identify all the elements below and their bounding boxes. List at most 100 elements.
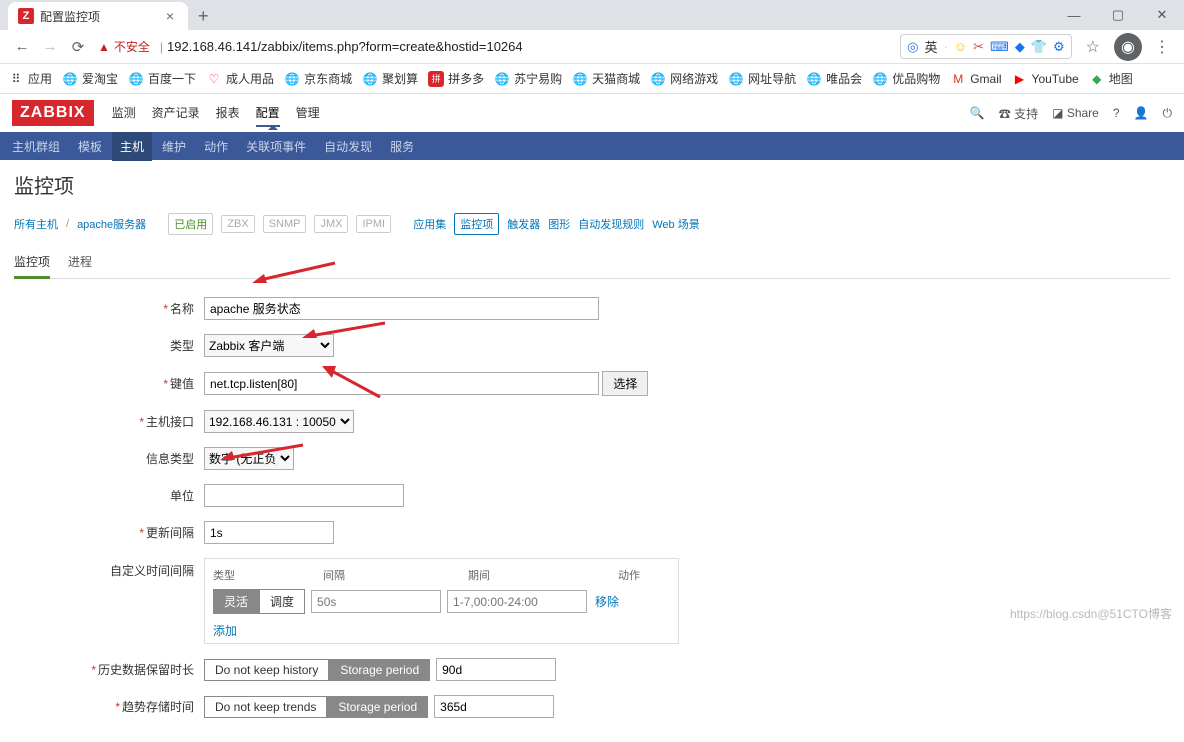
interval-type-toggle[interactable]: 灵活 调度: [213, 589, 305, 614]
seg-flexible[interactable]: 灵活: [213, 589, 259, 614]
help-icon[interactable]: ?: [1113, 106, 1120, 120]
ext-icon[interactable]: ⌨: [990, 39, 1009, 55]
browser-tab[interactable]: Z 配置监控项 ×: [8, 2, 188, 30]
maximize-icon[interactable]: ▢: [1096, 0, 1140, 30]
ext-icon[interactable]: ⚙: [1053, 39, 1065, 55]
history-seg-none[interactable]: Do not keep history: [204, 659, 329, 681]
share-link[interactable]: ◪ Share: [1052, 106, 1099, 120]
bookmark-item[interactable]: 🌐爱淘宝: [62, 70, 118, 87]
bookmark-item[interactable]: 🌐网络游戏: [650, 70, 718, 87]
support-link[interactable]: ☎ 支持: [999, 105, 1038, 122]
zabbix-logo[interactable]: ZABBIX: [12, 100, 94, 126]
crumb-items[interactable]: 监控项: [454, 213, 499, 235]
history-toggle[interactable]: Do not keep history Storage period: [204, 659, 430, 681]
menu-reports[interactable]: 报表: [216, 100, 240, 127]
trends-seg-none[interactable]: Do not keep trends: [204, 696, 327, 718]
bookmark-item[interactable]: 🌐苏宁易购: [494, 70, 562, 87]
bookmark-item[interactable]: 🌐天猫商城: [572, 70, 640, 87]
submenu-services[interactable]: 服务: [390, 138, 414, 155]
input-history[interactable]: [436, 658, 556, 681]
menu-config[interactable]: 配置: [256, 100, 280, 127]
crumb-apps[interactable]: 应用集: [413, 216, 446, 232]
crumb-web[interactable]: Web 场景: [652, 216, 699, 232]
logout-icon[interactable]: ⏻: [1163, 106, 1173, 121]
label-type: 类型: [14, 337, 204, 354]
url-text[interactable]: 192.168.46.141/zabbix/items.php?form=cre…: [167, 39, 523, 54]
bookmark-item[interactable]: 🌐网址导航: [728, 70, 796, 87]
page-content: 监控项 所有主机 / apache服务器 已启用 ZBXSNMPJMXIPMI …: [0, 160, 1184, 742]
bookmark-item[interactable]: ◆地图: [1089, 70, 1133, 87]
ext-icon[interactable]: 👕: [1031, 39, 1047, 55]
bookmark-item[interactable]: 🌐京东商城: [284, 70, 352, 87]
menu-admin[interactable]: 管理: [296, 100, 320, 127]
input-sub-interval[interactable]: [311, 590, 441, 613]
add-interval-link[interactable]: 添加: [213, 624, 237, 638]
close-window-icon[interactable]: ✕: [1140, 0, 1184, 30]
bookmark-star-icon[interactable]: ☆: [1078, 37, 1108, 57]
chip-jmx: JMX: [314, 215, 348, 233]
trends-seg-period[interactable]: Storage period: [327, 696, 428, 718]
annotation-arrow: [250, 258, 340, 288]
ext-icon[interactable]: ☺: [954, 39, 967, 54]
trends-toggle[interactable]: Do not keep trends Storage period: [204, 696, 428, 718]
submenu-templates[interactable]: 模板: [78, 138, 102, 155]
top-menu: 监测 资产记录 报表 配置 管理: [112, 100, 320, 127]
submenu-correlation[interactable]: 关联项事件: [246, 138, 306, 155]
forward-icon[interactable]: →: [36, 38, 64, 55]
crumb-graphs[interactable]: 图形: [548, 216, 570, 232]
tab-item[interactable]: 监控项: [14, 247, 50, 279]
extensions-strip[interactable]: ◎ 英 · ☺ ✂ ⌨ ◆ 👕 ⚙: [900, 34, 1072, 59]
crumb-discovery[interactable]: 自动发现规则: [578, 216, 644, 232]
crumb-host[interactable]: apache服务器: [77, 216, 146, 232]
seg-scheduling[interactable]: 调度: [259, 589, 305, 614]
menu-monitor[interactable]: 监测: [112, 100, 136, 127]
input-sub-period[interactable]: [447, 590, 587, 613]
submenu-maintenance[interactable]: 维护: [162, 138, 186, 155]
crumb-all-hosts[interactable]: 所有主机: [14, 216, 58, 232]
submenu-actions[interactable]: 动作: [204, 138, 228, 155]
menu-inventory[interactable]: 资产记录: [152, 100, 200, 127]
bookmark-item[interactable]: 🌐聚划算: [362, 70, 418, 87]
search-icon[interactable]: 🔍: [970, 106, 985, 120]
apps-button[interactable]: ⠿应用: [8, 70, 52, 87]
bookmark-item[interactable]: ▶YouTube: [1012, 71, 1079, 87]
minimize-icon[interactable]: —: [1052, 0, 1096, 30]
new-tab-button[interactable]: +: [188, 2, 219, 30]
input-trends[interactable]: [434, 695, 554, 718]
ext-icon[interactable]: ◆: [1015, 39, 1025, 55]
back-icon[interactable]: ←: [8, 38, 36, 55]
ext-icon[interactable]: ✂: [973, 39, 984, 55]
bookmarks-bar: ⠿应用 🌐爱淘宝 🌐百度一下 ♡成人用品 🌐京东商城 🌐聚划算 拼拼多多 🌐苏宁…: [0, 64, 1184, 94]
input-key[interactable]: [204, 372, 599, 395]
tab-close-icon[interactable]: ×: [162, 8, 178, 24]
profile-avatar-icon[interactable]: ◉: [1114, 33, 1142, 61]
history-seg-period[interactable]: Storage period: [329, 659, 430, 681]
browser-menu-icon[interactable]: ⋮: [1148, 37, 1176, 57]
bookmark-item[interactable]: 🌐优品购物: [872, 70, 940, 87]
select-key-button[interactable]: 选择: [602, 371, 648, 396]
submenu-discovery[interactable]: 自动发现: [324, 138, 372, 155]
bookmark-item[interactable]: 拼拼多多: [428, 70, 484, 87]
submenu-hostgroups[interactable]: 主机群组: [12, 138, 60, 155]
remove-interval-link[interactable]: 移除: [595, 593, 619, 610]
bookmark-item[interactable]: 🌐唯品会: [806, 70, 862, 87]
page-title: 监控项: [14, 170, 1170, 199]
input-interval[interactable]: [204, 521, 334, 544]
submenu-hosts[interactable]: 主机: [112, 132, 152, 161]
ext-icon[interactable]: ◎: [907, 39, 918, 55]
select-interface[interactable]: 192.168.46.131 : 10050: [204, 410, 354, 433]
bookmark-item[interactable]: MGmail: [950, 71, 1001, 87]
reload-icon[interactable]: ⟳: [64, 38, 92, 56]
tab-process[interactable]: 进程: [68, 247, 92, 278]
input-units[interactable]: [204, 484, 404, 507]
bookmark-item[interactable]: 🌐百度一下: [128, 70, 196, 87]
input-name[interactable]: [204, 297, 599, 320]
window-controls: — ▢ ✕: [1052, 0, 1184, 30]
user-icon[interactable]: 👤: [1134, 106, 1149, 120]
sub-menu: 主机群组 模板 主机 维护 动作 关联项事件 自动发现 服务: [0, 132, 1184, 160]
bookmark-item[interactable]: ♡成人用品: [206, 70, 274, 87]
insecure-badge[interactable]: ▲ 不安全: [92, 38, 156, 55]
globe-icon: 🌐: [650, 71, 666, 87]
annotation-arrow: [320, 362, 390, 402]
crumb-triggers[interactable]: 触发器: [507, 216, 540, 232]
